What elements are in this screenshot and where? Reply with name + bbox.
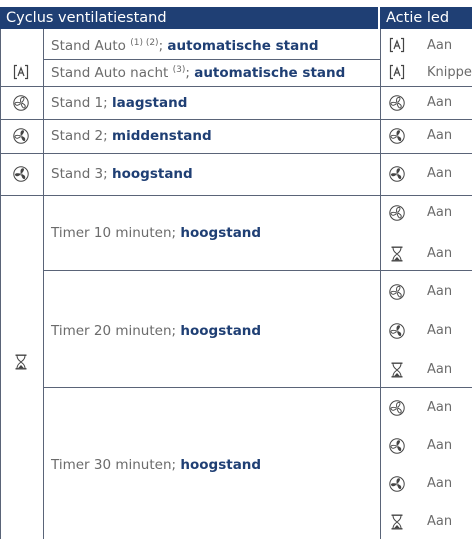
column-divider-led [380,29,381,539]
row-divider [0,195,472,196]
timer-10-label: Timer 10 minuten; [51,225,177,241]
table-left-border [0,29,1,539]
stand-auto-nacht-label: Stand Auto nacht [51,65,169,81]
led-status: Aan [427,166,453,181]
stand-1-label: Stand 1; [51,95,108,111]
led-status: Aan [427,38,453,53]
row-divider [0,86,472,87]
row-divider [43,59,380,60]
led-status: Aan [427,438,453,453]
mode-label: middenstand [112,128,212,144]
row-divider [0,153,472,154]
footnote-ref: (3) [172,65,186,75]
row-divider [43,387,472,388]
mode-label: hoogstand [180,225,262,241]
led-status: Aan [427,205,453,220]
led-status: Knippert [427,65,472,80]
row-timer-20: Timer 20 minuten; hoogstand [51,323,261,339]
stand-2-label: Stand 2; [51,128,108,144]
row-divider [0,119,472,120]
mode-label: automatische stand [167,38,319,54]
fan-speed-1-icon [389,95,405,111]
stand-auto-label: Stand Auto [51,38,126,54]
fan-speed-1-icon [13,95,29,111]
led-status: Aan [427,476,453,491]
auto-mode-icon [389,64,405,80]
mode-label: automatische stand [194,65,346,81]
auto-mode-icon [13,64,29,80]
fan-speed-2-icon [389,438,405,454]
led-status: Aan [427,362,453,377]
mode-label: hoogstand [180,323,262,339]
fan-speed-2-icon [389,323,405,339]
ventilation-cycle-table: Cyclus ventilatiestand Actie led Stand A… [0,0,472,539]
led-status: Aan [427,323,453,338]
mode-label: hoogstand [112,166,193,182]
timer-30-label: Timer 30 minuten; [51,457,177,473]
row-stand-2: Stand 2; middenstand [51,128,212,144]
mode-label: laagstand [112,95,188,111]
fan-speed-1-icon [389,205,405,221]
hourglass-icon [389,362,405,378]
row-stand-1: Stand 1; laagstand [51,95,187,111]
fan-speed-2-icon [13,128,29,144]
row-stand-3: Stand 3; hoogstand [51,166,193,182]
stand-3-label: Stand 3; [51,166,108,182]
separator: ; [185,65,190,81]
fan-speed-3-icon [389,476,405,492]
row-timer-30: Timer 30 minuten; hoogstand [51,457,261,473]
fan-speed-1-icon [389,400,405,416]
led-status: Aan [427,128,453,143]
timer-20-label: Timer 20 minuten; [51,323,177,339]
fan-speed-2-icon [389,128,405,144]
led-status: Aan [427,246,453,261]
auto-mode-icon [389,37,405,53]
separator: ; [158,38,164,54]
fan-speed-1-icon [389,284,405,300]
fan-speed-3-icon [389,166,405,182]
fan-speed-3-icon [13,166,29,182]
led-status: Aan [427,284,453,299]
hourglass-icon [389,246,405,262]
header-cyclus-ventilatiestand: Cyclus ventilatiestand [0,7,378,29]
row-stand-auto-nacht: Stand Auto nacht (3); automatische stand [51,65,345,81]
led-status: Aan [427,95,453,110]
hourglass-icon [389,514,405,530]
row-divider [43,270,472,271]
led-status: Aan [427,400,453,415]
footnote-ref: (1) (2) [130,38,159,48]
row-stand-auto: Stand Auto (1) (2); automatische stand [51,38,319,54]
row-timer-10: Timer 10 minuten; hoogstand [51,225,261,241]
mode-label: hoogstand [180,457,262,473]
hourglass-icon [13,354,29,370]
header-actie-led: Actie led [380,7,472,29]
column-divider-icon [43,29,44,539]
led-status: Aan [427,514,453,529]
